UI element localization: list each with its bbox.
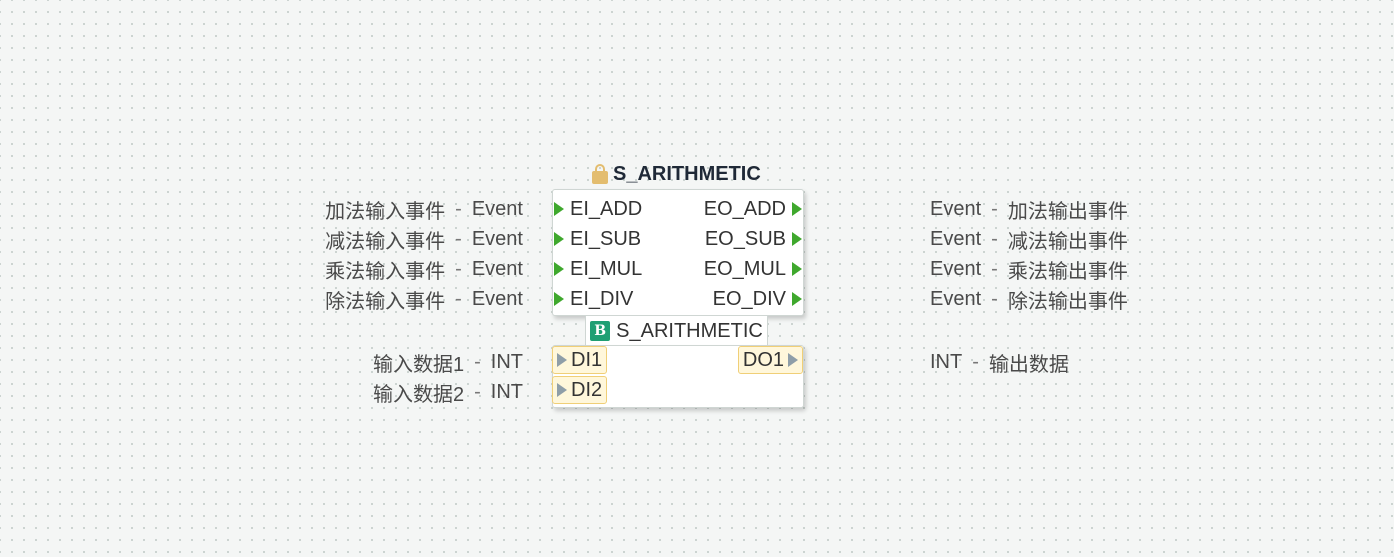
event-input-label: 乘法输入事件 - Event [325, 257, 523, 283]
fb-type-row[interactable]: B S_ARITHMETIC [585, 316, 768, 346]
event-input-port[interactable]: EI_ADD [554, 194, 642, 224]
data-port-arrow-icon [557, 383, 567, 397]
basic-fb-type-icon: B [590, 321, 611, 341]
event-output-label: Event - 乘法输出事件 [930, 257, 1128, 283]
event-output-label: Event - 加法输出事件 [930, 197, 1128, 223]
event-port-arrow-icon [554, 292, 564, 306]
data-output-port[interactable]: DO1 [737, 346, 803, 374]
event-output-port[interactable]: EO_SUB [705, 224, 802, 254]
event-port-arrow-icon [792, 202, 802, 216]
event-input-label: 加法输入事件 - Event [325, 197, 523, 223]
event-port-arrow-icon [792, 232, 802, 246]
event-input-port[interactable]: EI_DIV [554, 284, 633, 314]
event-output-label: Event - 除法输出事件 [930, 287, 1128, 313]
data-input-label: 输入数据1- INT [372, 350, 523, 376]
data-port-arrow-icon [788, 353, 798, 367]
fb-type-name: S_ARITHMETIC [616, 319, 763, 342]
event-output-port[interactable]: EO_ADD [704, 194, 802, 224]
event-output-port[interactable]: EO_DIV [713, 284, 802, 314]
event-port-arrow-icon [554, 262, 564, 276]
event-output-port[interactable]: EO_MUL [704, 254, 802, 284]
data-input-port[interactable]: DI2 [552, 376, 608, 404]
lock-icon [592, 164, 608, 184]
event-input-port[interactable]: EI_MUL [554, 254, 642, 284]
event-output-label: Event - 减法输出事件 [930, 227, 1128, 253]
event-input-label: 除法输入事件 - Event [325, 287, 523, 313]
event-port-arrow-icon [792, 292, 802, 306]
fb-instance-title[interactable]: S_ARITHMETIC [592, 160, 761, 188]
data-port-arrow-icon [557, 353, 567, 367]
fb-instance-name: S_ARITHMETIC [613, 162, 761, 185]
event-port-arrow-icon [792, 262, 802, 276]
event-input-port[interactable]: EI_SUB [554, 224, 641, 254]
data-input-label: 输入数据2- INT [372, 380, 523, 406]
data-output-label: INT - 输出数据 [930, 350, 1069, 376]
event-input-label: 减法输入事件 - Event [325, 227, 523, 253]
event-port-arrow-icon [554, 232, 564, 246]
event-port-arrow-icon [554, 202, 564, 216]
data-input-port[interactable]: DI1 [552, 346, 608, 374]
